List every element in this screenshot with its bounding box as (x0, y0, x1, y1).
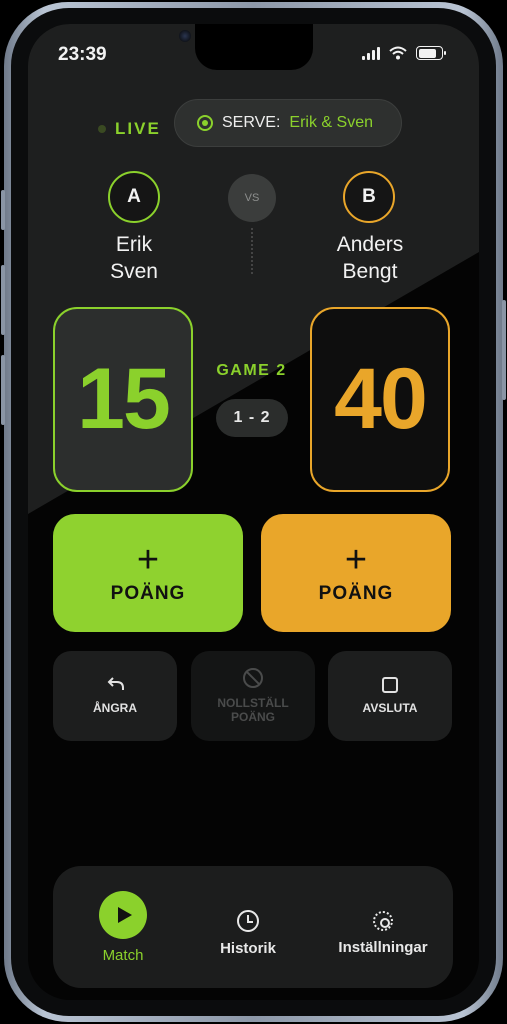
serve-label: SERVE: (222, 114, 281, 131)
team-b-point-button[interactable]: + POÄNG (261, 514, 451, 632)
game-label: GAME 2 (216, 362, 287, 379)
team-b-player1: Anders (336, 233, 404, 256)
wifi-icon (389, 46, 407, 60)
vs-badge: VS (228, 174, 276, 222)
app-screen: 23:39 LIVE SERVE: Erik & Sven A VS B Eri… (28, 24, 479, 1000)
stop-icon (382, 677, 398, 693)
end-match-button[interactable]: AVSLUTA (328, 651, 452, 741)
side-button (1, 265, 5, 335)
team-a-player2: Sven (110, 260, 158, 283)
status-icons (362, 46, 446, 60)
serve-indicator: SERVE: Erik & Sven (174, 99, 402, 147)
nav-label-historik: Historik (220, 939, 276, 957)
team-b-score: 40 (310, 307, 450, 492)
reset-label-line2: POÄNG (230, 710, 275, 724)
team-a-player1: Erik (115, 233, 153, 256)
nav-item-match[interactable]: Match (73, 866, 173, 988)
reset-points-button[interactable]: NOLLSTÄLL POÄNG (191, 651, 315, 741)
dynamic-island (195, 24, 313, 70)
side-button (1, 355, 5, 425)
point-button-label: POÄNG (110, 583, 186, 604)
bottom-nav: Match Historik Inställningar (53, 866, 453, 988)
team-a-point-button[interactable]: + POÄNG (53, 514, 243, 632)
team-b-player2: Bengt (342, 260, 398, 283)
live-indicator: LIVE (98, 119, 161, 139)
game-score: 1 - 2 (216, 399, 288, 437)
point-button-label: POÄNG (318, 583, 394, 604)
plus-icon: + (136, 539, 160, 581)
undo-label: ÅNGRA (93, 701, 137, 715)
team-a-score: 15 (53, 307, 193, 492)
end-label: AVSLUTA (362, 701, 418, 715)
clock-icon (237, 909, 259, 932)
team-b-badge: B (343, 171, 395, 223)
camera-icon (179, 30, 191, 42)
signal-icon (362, 46, 380, 60)
gear-icon (373, 910, 393, 931)
team-a-names: Erik Sven (64, 231, 204, 285)
battery-icon (416, 46, 446, 60)
play-icon (99, 890, 147, 939)
plus-icon: + (344, 539, 368, 581)
undo-icon (107, 677, 124, 690)
nav-item-installningar[interactable]: Inställningar (323, 866, 443, 988)
nav-item-historik[interactable]: Historik (198, 866, 298, 988)
ban-icon (243, 668, 263, 688)
team-a-badge: A (108, 171, 160, 223)
status-time: 23:39 (58, 44, 107, 65)
target-icon (197, 115, 213, 131)
live-label: LIVE (115, 119, 161, 138)
background-diagonal (28, 24, 479, 514)
side-button (1, 190, 5, 230)
reset-label-line1: NOLLSTÄLL (217, 696, 289, 710)
team-b-names: Anders Bengt (300, 231, 440, 285)
undo-button[interactable]: ÅNGRA (53, 651, 177, 741)
live-dot-icon (98, 125, 106, 133)
nav-label-installningar: Inställningar (338, 938, 428, 956)
side-button (502, 300, 506, 400)
serve-team: Erik & Sven (289, 114, 373, 131)
vs-divider (251, 228, 253, 274)
nav-label-match: Match (102, 946, 144, 964)
